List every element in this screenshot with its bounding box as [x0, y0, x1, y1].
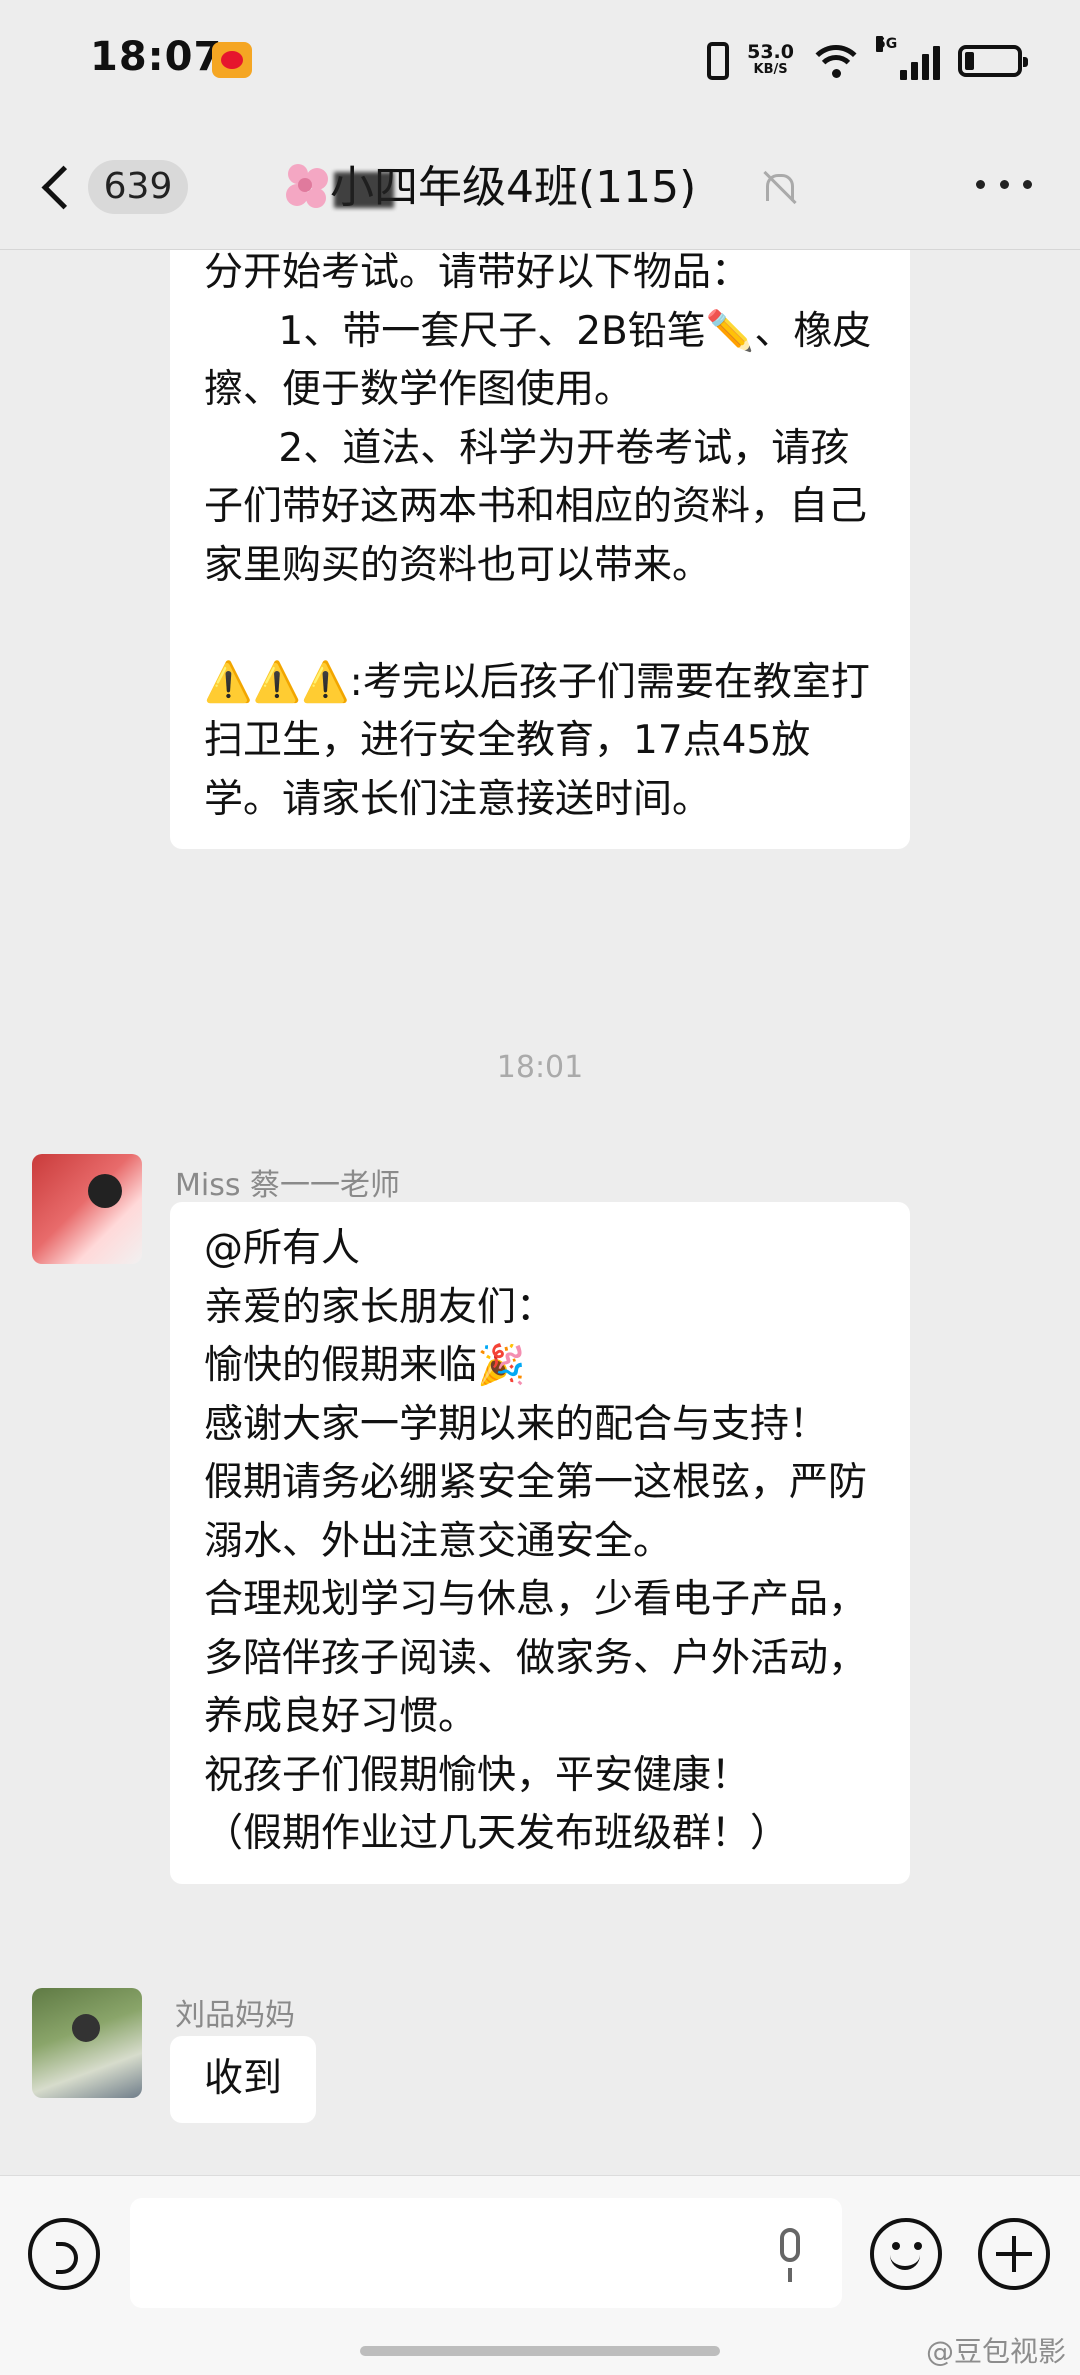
- unread-count-badge[interactable]: 639: [88, 160, 188, 214]
- message-text: 分开始考试。请带好以下物品： 1、带一套尺子、2B铅笔✏️、橡皮擦、便于数学作图…: [204, 250, 872, 822]
- message-text: 收到: [204, 2056, 283, 2101]
- status-icons: 53.0 KB/S 5G: [707, 36, 1028, 86]
- sender-name: Miss 蔡一一老师: [175, 1168, 401, 1203]
- time-separator: 18:01: [496, 1050, 584, 1085]
- message-input[interactable]: [130, 2198, 842, 2308]
- status-time: 18:07: [90, 34, 223, 80]
- message-text: @所有人 亲爱的家长朋友们： 愉快的假期来临🎉 感谢大家一学期以来的配合与支持！…: [204, 1226, 868, 1856]
- privacy-mosaic: [334, 172, 394, 208]
- emoji-button[interactable]: [870, 2218, 942, 2290]
- sender-name: 刘品妈妈: [175, 1998, 295, 2033]
- voice-mode-button[interactable]: [28, 2218, 100, 2290]
- cherry-blossom-icon: [282, 160, 336, 214]
- mute-bell-icon: [758, 168, 798, 208]
- net-speed-value: 53.0: [747, 41, 794, 63]
- weibo-app-icon: [212, 42, 252, 78]
- watermark: @豆包视影: [925, 2335, 1066, 2368]
- more-actions-button[interactable]: [978, 2218, 1050, 2290]
- home-indicator[interactable]: [360, 2346, 720, 2356]
- message-bubble[interactable]: 收到: [170, 2036, 317, 2123]
- network-speed: 53.0 KB/S: [747, 43, 794, 79]
- status-bar: 18:07 53.0 KB/S 5G: [0, 0, 1080, 120]
- more-options-button[interactable]: [976, 180, 1032, 192]
- signal-type: 5G: [876, 36, 898, 52]
- message-list[interactable]: 分开始考试。请带好以下物品： 1、带一套尺子、2B铅笔✏️、橡皮擦、便于数学作图…: [0, 250, 1080, 2175]
- message-bubble[interactable]: 分开始考试。请带好以下物品： 1、带一套尺子、2B铅笔✏️、橡皮擦、便于数学作图…: [170, 250, 910, 849]
- net-speed-unit: KB/S: [753, 62, 788, 77]
- wifi-icon: [812, 43, 860, 79]
- message-bubble[interactable]: @所有人 亲爱的家长朋友们： 愉快的假期来临🎉 感谢大家一学期以来的配合与支持！…: [170, 1202, 910, 1884]
- battery-icon: [958, 45, 1028, 77]
- cellular-signal-icon: 5G: [876, 36, 940, 80]
- back-button[interactable]: [38, 164, 76, 210]
- chat-header: 639 小四年级4班(115): [0, 120, 1080, 250]
- vibrate-icon: [707, 42, 730, 80]
- avatar[interactable]: [32, 1154, 142, 1264]
- avatar[interactable]: [32, 1988, 142, 2098]
- microphone-icon[interactable]: [772, 2228, 808, 2284]
- input-bar: @豆包视影: [0, 2175, 1080, 2375]
